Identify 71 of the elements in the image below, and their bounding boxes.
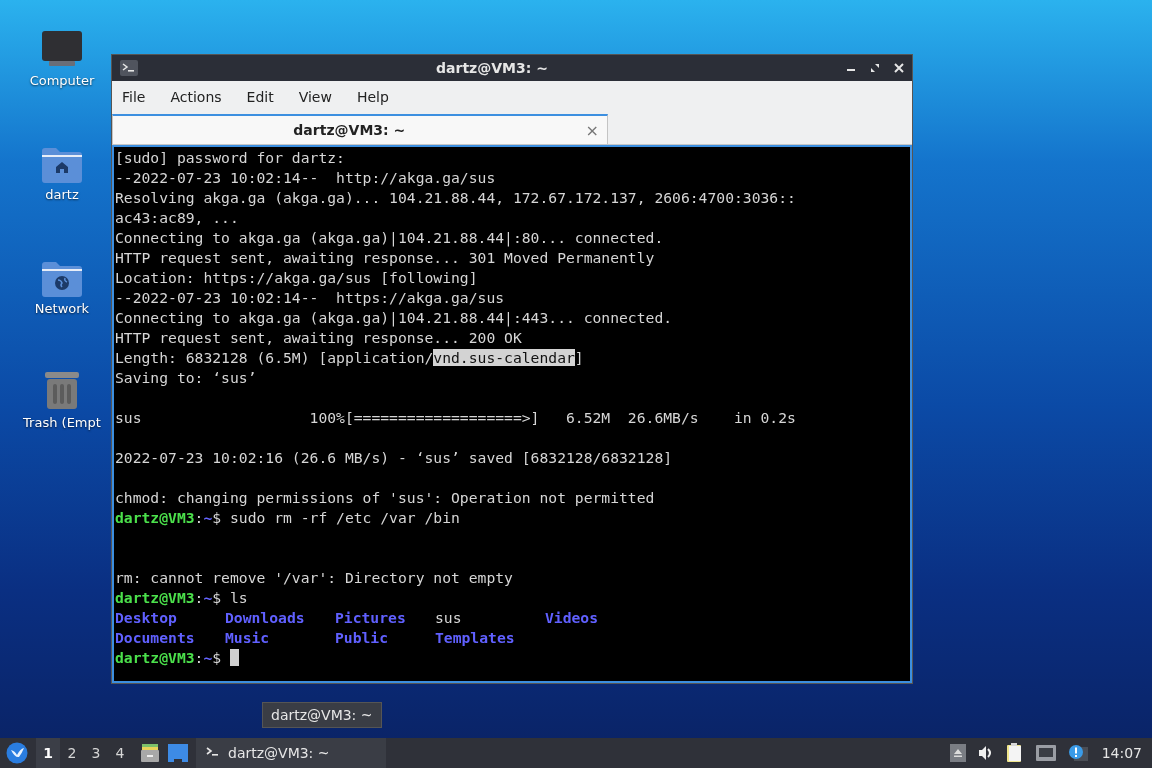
home-folder-icon[interactable] xyxy=(41,147,83,183)
terminal-line: Saving to: ‘sus’ xyxy=(115,368,257,388)
monitor-icon[interactable] xyxy=(41,29,83,69)
terminal-line: --2022-07-23 10:02:14-- http://akga.ga/sus xyxy=(115,168,496,188)
file-name: sus xyxy=(435,608,463,628)
file-name: Documents xyxy=(115,628,196,648)
speaker-icon[interactable] xyxy=(977,745,994,761)
file-name: Pictures xyxy=(335,608,407,628)
prompt-symbol: $ xyxy=(212,648,222,668)
file-name: Downloads xyxy=(225,608,306,628)
prompt-separator: : xyxy=(194,508,204,528)
prompt-user: dartz@VM3 xyxy=(115,648,195,668)
desktop-icon-label[interactable]: dartz xyxy=(45,187,79,202)
prompt-symbol: $ xyxy=(212,508,222,528)
terminal-line: rm: cannot remove '/var': Directory not empty xyxy=(115,568,513,588)
prompt-user: dartz@VM3 xyxy=(115,588,195,608)
terminal-line: sus 100%[===================>] 6.52M 26.6MB/s in 0.2s xyxy=(115,408,796,428)
terminal-line: [sudo] password for dartz: xyxy=(115,148,345,168)
maximize-icon[interactable] xyxy=(870,63,880,73)
prompt-user: dartz@VM3 xyxy=(115,508,195,528)
terminal-line: Connecting to akga.ga (akga.ga)|104.21.88.44|:443... connected. xyxy=(115,308,673,328)
terminal-line: HTTP request sent, awaiting response... 200 OK xyxy=(115,328,522,348)
window-title: dartz@VM3: ~ xyxy=(435,60,549,76)
file-name: Videos xyxy=(545,608,600,628)
terminal-line: --2022-07-23 10:02:14-- https://akga.ga/sus xyxy=(115,288,505,308)
workspace-button[interactable]: 1 xyxy=(36,738,60,768)
trash-icon[interactable] xyxy=(43,369,81,411)
eject-icon[interactable] xyxy=(949,744,966,762)
terminal-line: Connecting to akga.ga (akga.ga)|104.21.88.44|:80... connected. xyxy=(115,228,664,248)
taskbar-window-button[interactable]: dartz@VM3: ~ xyxy=(196,738,386,768)
terminal-line: HTTP request sent, awaiting response... 301 Moved Permanently xyxy=(115,248,655,268)
menu-item[interactable]: Edit xyxy=(246,88,285,105)
notification-icon[interactable] xyxy=(1067,744,1088,762)
prompt-separator: : xyxy=(194,588,204,608)
file-name: Templates xyxy=(435,628,516,648)
command-text: ls xyxy=(229,588,248,608)
clock: 14:07 xyxy=(1101,745,1142,761)
prompt-path: ~ xyxy=(203,588,213,608)
menu-item[interactable]: Actions xyxy=(170,88,233,105)
file-cabinet-icon[interactable] xyxy=(140,743,160,763)
menu-item[interactable]: File xyxy=(122,88,157,105)
terminal-line: chmod: changing permissions of 'sus': Operation not permitted xyxy=(115,488,655,508)
desktop-icon-label[interactable]: Network xyxy=(34,301,90,316)
terminal-icon xyxy=(120,60,138,76)
file-name: Desktop xyxy=(115,608,178,628)
file-name: Music xyxy=(225,628,271,648)
prompt-symbol: $ xyxy=(212,588,222,608)
prompt-path: ~ xyxy=(203,508,213,528)
close-icon[interactable] xyxy=(894,63,904,73)
tooltip: dartz@VM3: ~ xyxy=(262,702,382,728)
menu-item[interactable]: Help xyxy=(356,88,400,105)
start-menu-icon[interactable] xyxy=(6,742,28,764)
desktop-icon-label[interactable]: Trash (Empt xyxy=(23,415,101,430)
network-port-icon[interactable] xyxy=(1035,745,1056,761)
workspace-button[interactable]: 4 xyxy=(108,738,132,768)
prompt-separator: : xyxy=(194,648,204,668)
terminal-line: 2022-07-23 10:02:16 (26.6 MB/s) - ‘sus’ saved [6832128/6832128] xyxy=(115,448,673,468)
terminal-line: ac43:ac89, ... xyxy=(115,208,239,228)
workspace-button[interactable]: 2 xyxy=(60,738,84,768)
tab-close-button[interactable]: × xyxy=(585,120,599,140)
network-folder-icon[interactable] xyxy=(41,261,83,297)
clipboard-icon[interactable] xyxy=(1005,743,1024,763)
terminal-tab[interactable]: dartz@VM3: ~ × xyxy=(112,114,608,144)
terminal-line: Resolving akga.ga (akga.ga)... 104.21.88.44, 172.67.172.137, 2606:4700:3036:: xyxy=(115,188,796,208)
workspace-button[interactable]: 3 xyxy=(84,738,108,768)
terminal-prompt-icon xyxy=(206,747,220,759)
prompt-path: ~ xyxy=(203,648,213,668)
command-text: sudo rm -rf /etc /var /bin xyxy=(229,508,460,528)
file-name: Public xyxy=(335,628,390,648)
terminal-line: Location: https://akga.ga/sus [following] xyxy=(115,268,478,288)
menu-item[interactable]: View xyxy=(298,88,343,105)
